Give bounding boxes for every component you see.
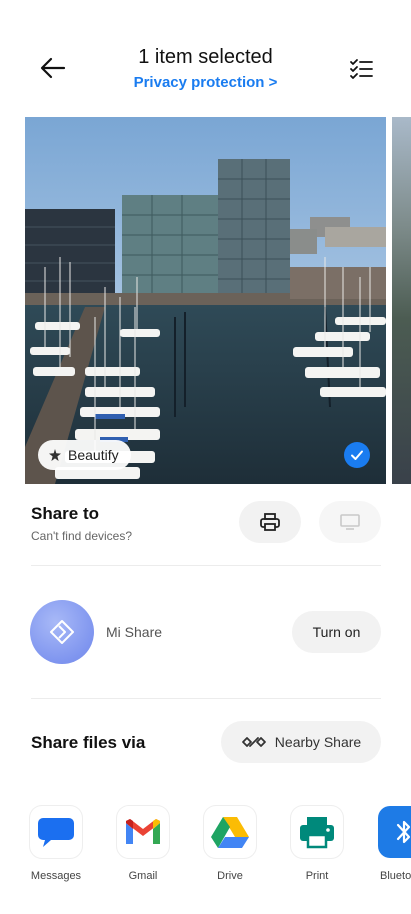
app-bluetooth[interactable]: Blueto: [369, 806, 411, 882]
next-photo-thumbnail[interactable]: [392, 117, 411, 484]
print-device-button[interactable]: [239, 501, 301, 543]
nearby-share-button[interactable]: Nearby Share: [221, 721, 381, 763]
nearby-share-label: Nearby Share: [274, 734, 362, 750]
beautify-button[interactable]: Beautify: [38, 440, 131, 470]
bluetooth-icon: [378, 806, 411, 858]
cant-find-devices-link[interactable]: Can't find devices?: [31, 529, 132, 543]
app-drive[interactable]: Drive: [195, 806, 265, 882]
nearby-share-icon: [241, 737, 266, 747]
print-icon: [291, 806, 343, 858]
share-to-heading: Share to: [31, 504, 100, 523]
share-app-list: Messages Gmail Drive Print Blueto: [0, 806, 411, 896]
select-all-icon[interactable]: [348, 56, 374, 82]
gmail-icon: [117, 806, 169, 858]
app-messages[interactable]: Messages: [21, 806, 91, 882]
app-gmail[interactable]: Gmail: [108, 806, 178, 882]
monitor-icon: [340, 514, 360, 530]
beautify-label: Beautify: [68, 447, 119, 463]
printer-icon: [260, 513, 280, 531]
cast-screen-button[interactable]: [319, 501, 381, 543]
selected-checkmark-icon[interactable]: [344, 442, 370, 468]
beautify-icon: [49, 449, 61, 461]
share-files-via-heading: Share files via: [31, 733, 146, 752]
mi-share-glyph: [50, 620, 74, 644]
app-label: Drive: [217, 870, 243, 882]
header: 1 item selected Privacy protection >: [0, 0, 411, 110]
app-label: Messages: [30, 870, 82, 882]
check-icon: [351, 450, 363, 460]
divider: [31, 565, 381, 566]
app-label: Blueto: [380, 870, 411, 882]
app-print[interactable]: Print: [282, 806, 352, 882]
messages-icon: [30, 806, 82, 858]
photo-preview[interactable]: [25, 117, 386, 484]
app-label: Gmail: [128, 870, 158, 882]
app-label: Print: [305, 870, 329, 882]
drive-icon: [204, 806, 256, 858]
harbor-photo: [25, 117, 386, 484]
mi-share-icon: [30, 600, 94, 664]
mi-share-label: Mi Share: [106, 624, 163, 640]
divider: [31, 698, 381, 699]
turn-on-button[interactable]: Turn on: [292, 611, 381, 653]
